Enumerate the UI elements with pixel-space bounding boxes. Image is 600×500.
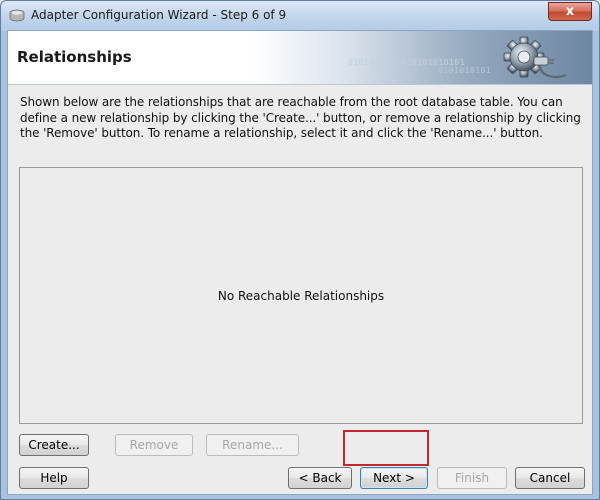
rename-button-label: Rename...: [222, 438, 283, 452]
step-title: Relationships: [17, 48, 132, 66]
create-button[interactable]: Create...: [19, 434, 89, 456]
cancel-button-label: Cancel: [529, 471, 571, 485]
finish-button[interactable]: Finish: [437, 467, 507, 489]
gear-plug-icon: [503, 36, 566, 78]
help-button-label: Help: [40, 471, 68, 485]
finish-button-label: Finish: [454, 471, 490, 485]
close-button[interactable]: x: [548, 2, 592, 21]
database-app-icon: [9, 9, 25, 22]
binary-decoration-2: 0101010101: [438, 66, 492, 75]
help-button[interactable]: Help: [19, 467, 89, 489]
remove-button[interactable]: Remove: [115, 434, 193, 456]
wizard-content: Relationships 0101010101010101010101 010…: [7, 30, 593, 495]
window-title: Adapter Configuration Wizard - Step 6 of…: [31, 8, 287, 22]
relationships-list[interactable]: No Reachable Relationships: [19, 167, 583, 424]
close-icon: x: [565, 4, 575, 19]
next-button-highlight: [343, 430, 429, 466]
title-bar[interactable]: Adapter Configuration Wizard - Step 6 of…: [1, 1, 599, 31]
cancel-button[interactable]: Cancel: [515, 467, 585, 489]
next-button[interactable]: Next >: [360, 467, 428, 489]
back-button[interactable]: < Back: [288, 467, 352, 489]
rename-button[interactable]: Rename...: [206, 434, 299, 456]
wizard-window: Adapter Configuration Wizard - Step 6 of…: [0, 0, 600, 500]
remove-button-label: Remove: [129, 438, 179, 452]
empty-relationships-message: No Reachable Relationships: [217, 289, 385, 303]
next-button-label: Next >: [373, 471, 415, 485]
create-button-label: Create...: [28, 438, 80, 452]
step-header-banner: Relationships 0101010101010101010101 010…: [8, 31, 592, 85]
back-button-label: < Back: [298, 471, 342, 485]
step-description: Shown below are the relationships that a…: [20, 95, 581, 140]
